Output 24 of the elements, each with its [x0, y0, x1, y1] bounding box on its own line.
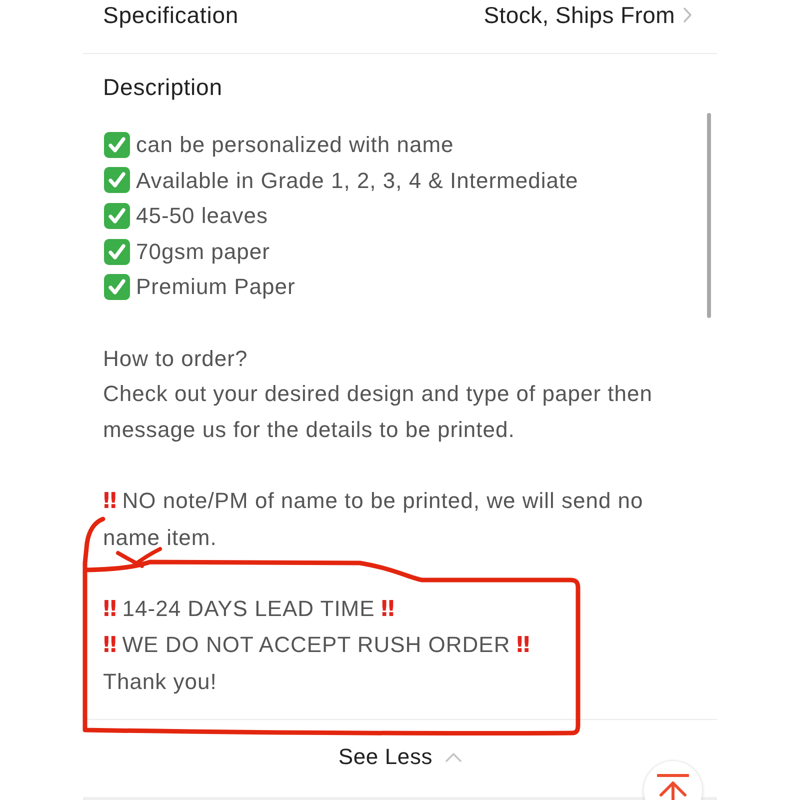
checklist-item: Available in Grade 1, 2, 3, 4 & Intermediate — [136, 166, 578, 195]
description-title: Description — [103, 73, 222, 102]
description-text: ‼ 14-24 DAYS LEAD TIME ‼ — [103, 596, 396, 621]
check-mark-icon — [104, 132, 130, 158]
description-text: Check out your desired design and type of paper then message us for the details to be printed. — [103, 381, 652, 442]
description-text: Thank you! — [103, 668, 217, 694]
checklist-item: 45-50 leaves — [136, 202, 268, 230]
chevron-right-icon[interactable] — [683, 7, 692, 23]
spec-value: Stock, Ships From — [484, 1, 675, 30]
description-text: ‼ NO note/PM of name to be printed, we will send no name item. — [103, 488, 644, 550]
checklist-item: Premium Paper — [136, 273, 296, 302]
check-mark-icon — [104, 167, 130, 194]
check-mark-icon — [104, 202, 130, 229]
checklist-item: can be personalized with name — [136, 131, 454, 159]
spec-label: Specification — [103, 1, 239, 30]
arrow-to-top-icon — [657, 774, 689, 800]
hand-drawn-cross-mark — [116, 546, 162, 568]
check-mark-icon — [104, 274, 130, 300]
chevron-up-icon — [444, 752, 462, 762]
description-text: How to order? — [103, 346, 248, 371]
description-text: ‼ WE DO NOT ACCEPT RUSH ORDER ‼ — [103, 632, 531, 658]
checklist-item: 70gsm paper — [136, 238, 270, 266]
check-mark-icon — [104, 238, 130, 265]
see-less-button[interactable]: See Less — [338, 742, 462, 772]
